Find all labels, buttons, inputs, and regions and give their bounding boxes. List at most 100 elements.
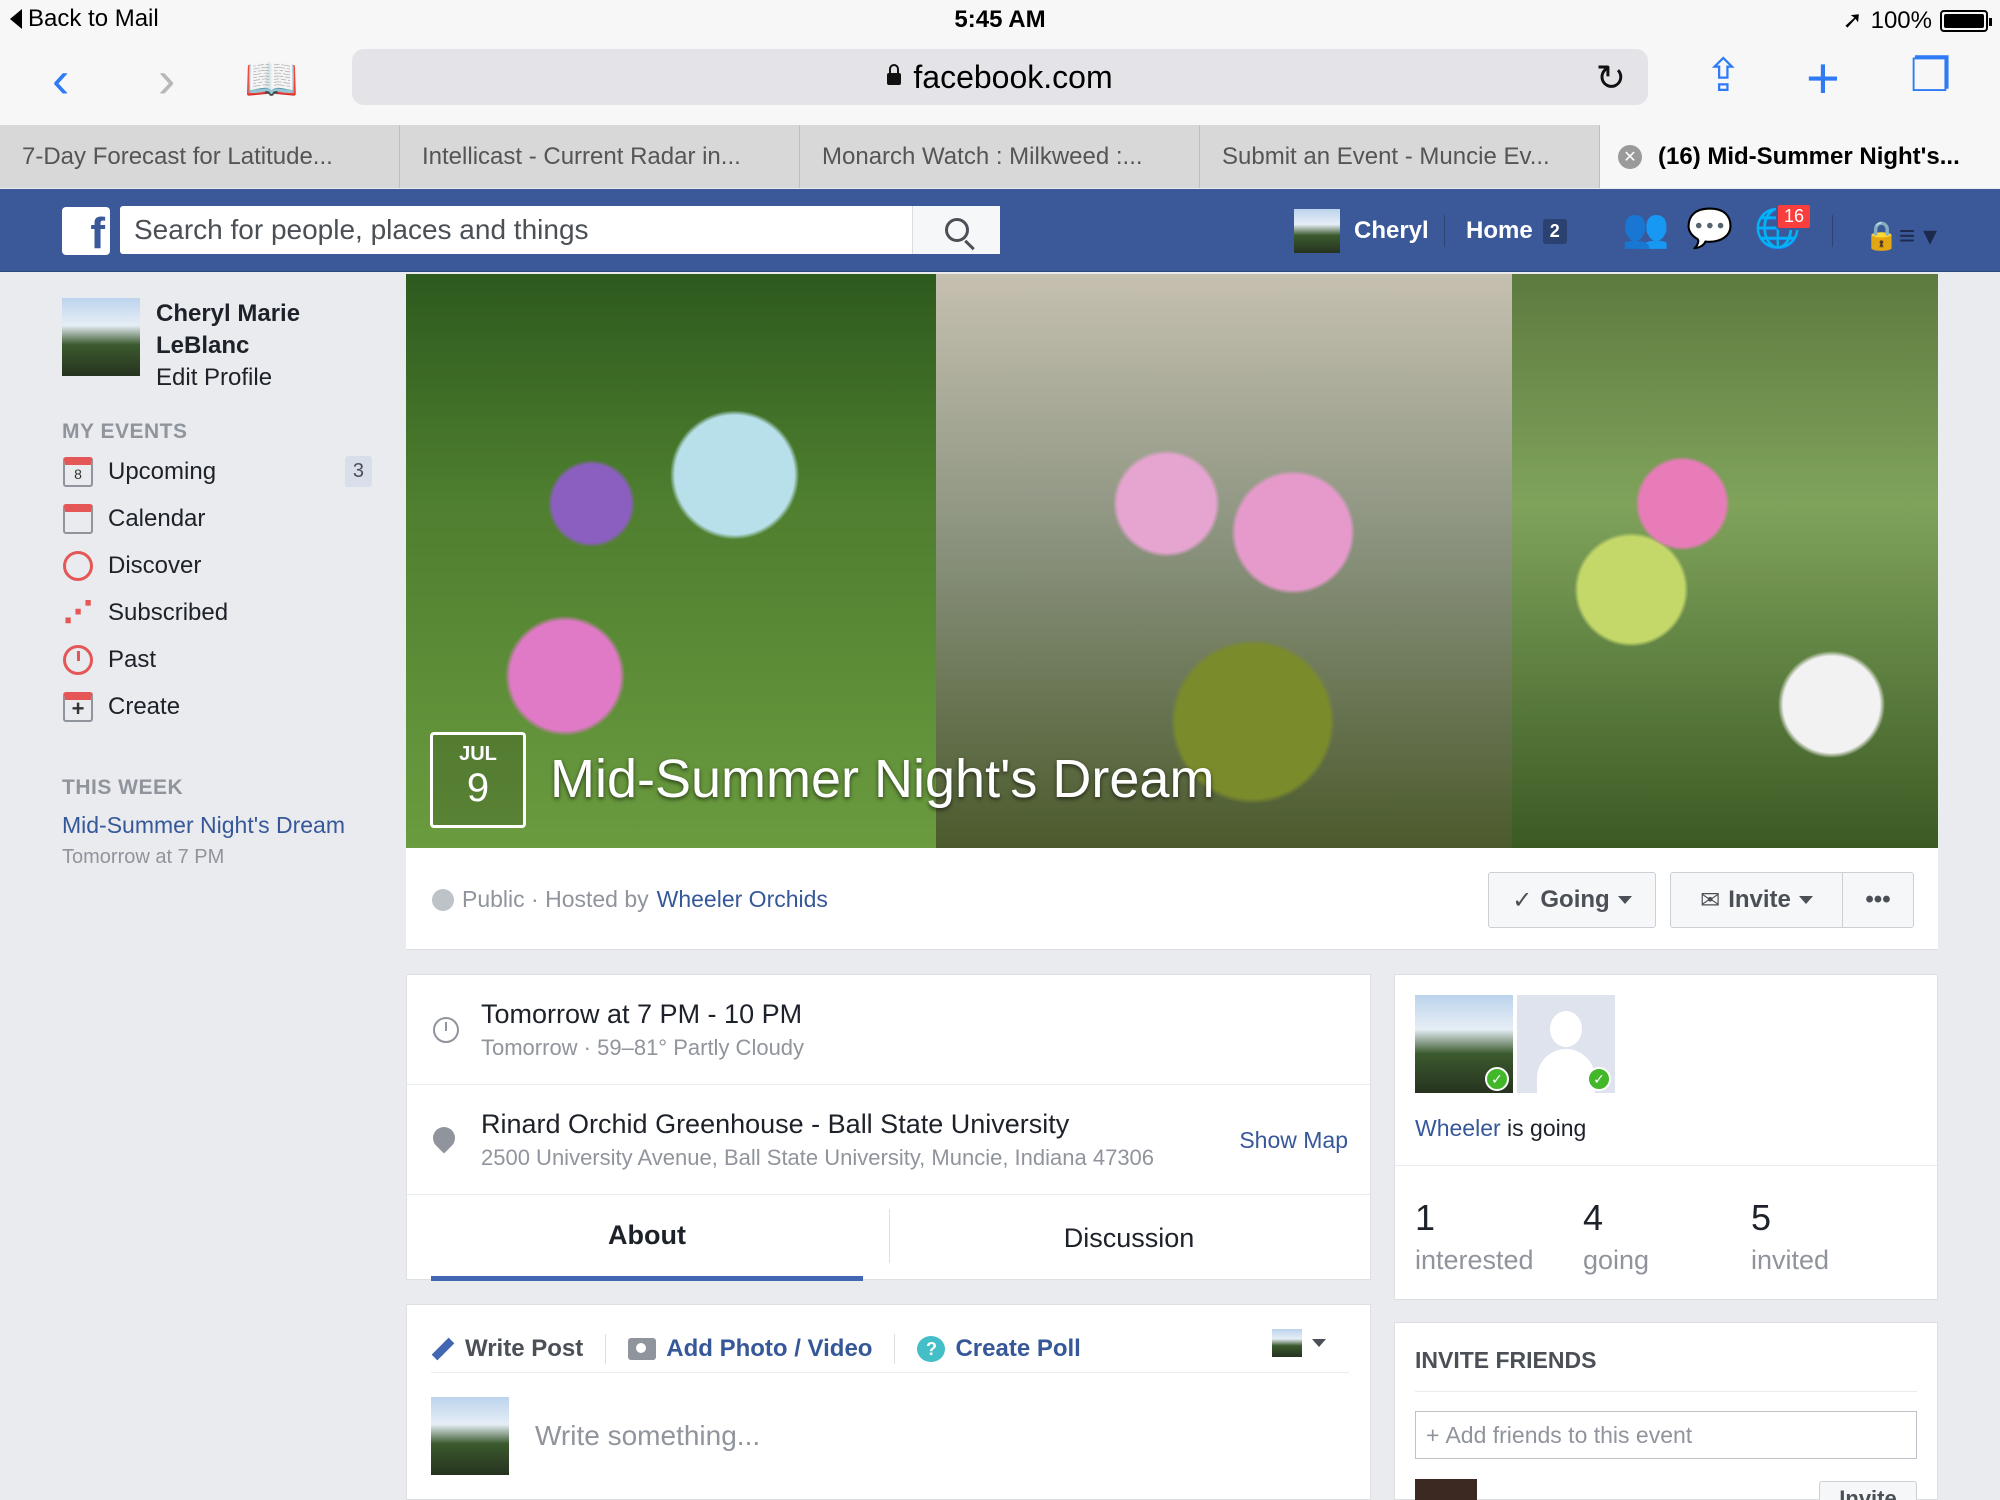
- browser-toolbar: ‹ › 📖 facebook.com ↻ ⇪ + ❐: [0, 40, 2000, 125]
- guest-name-link[interactable]: Wheeler: [1415, 1115, 1501, 1141]
- event-location[interactable]: Rinard Orchid Greenhouse - Ball State Un…: [481, 1109, 1069, 1140]
- search-icon: [944, 218, 969, 242]
- close-tab-icon[interactable]: ✕: [1618, 144, 1642, 169]
- new-tab-icon[interactable]: +: [1806, 50, 1840, 108]
- stat-label: invited: [1751, 1245, 1830, 1275]
- going-check-icon: ✓: [1587, 1067, 1611, 1091]
- status-time: 5:45 AM: [954, 6, 1046, 33]
- messages-icon[interactable]: 💬: [1686, 207, 1733, 251]
- chevron-down-icon: [1617, 896, 1632, 904]
- write-post-label: Write Post: [465, 1334, 584, 1362]
- stat-label: interested: [1415, 1245, 1534, 1275]
- sidebar-item-discover[interactable]: Discover: [62, 542, 372, 589]
- tab-label: Monarch Watch : Milkweed :...: [822, 142, 1143, 170]
- sidebar-item-label: Create: [108, 692, 181, 720]
- avatar[interactable]: ✓: [1415, 995, 1513, 1093]
- sidebar-item-label: Calendar: [108, 504, 206, 532]
- sidebar-profile[interactable]: Cheryl Marie LeBlanc Edit Profile: [62, 298, 336, 392]
- friend-requests-icon[interactable]: 👥: [1622, 207, 1669, 251]
- sidebar-item-create[interactable]: + Create: [62, 683, 372, 730]
- browser-tabs: 7-Day Forecast for Latitude... Intellica…: [0, 125, 2000, 188]
- reload-icon[interactable]: ↻: [1596, 57, 1626, 99]
- invite-friend-button[interactable]: Invite: [1819, 1481, 1917, 1500]
- nav-home-link[interactable]: Home 2: [1466, 217, 1567, 245]
- default-avatar-icon: [1550, 1011, 1582, 1047]
- map-pin-icon: [428, 1122, 460, 1154]
- create-poll-label: Create Poll: [955, 1334, 1081, 1362]
- create-event-icon: +: [63, 691, 93, 722]
- facebook-logo-icon[interactable]: f: [62, 207, 110, 255]
- browser-tab[interactable]: Intellicast - Current Radar in...: [400, 125, 800, 188]
- tab-label: 7-Day Forecast for Latitude...: [22, 142, 333, 170]
- event-details-card: Tomorrow at 7 PM - 10 PM Tomorrow · 59–8…: [406, 974, 1371, 1281]
- post-as-selector[interactable]: [1272, 1329, 1326, 1357]
- show-map-link[interactable]: Show Map: [1239, 1127, 1348, 1154]
- pencil-icon: [431, 1337, 455, 1360]
- going-button[interactable]: ✓ Going: [1488, 872, 1656, 928]
- invite-button[interactable]: ✉ Invite: [1670, 872, 1842, 928]
- this-week-event-link[interactable]: Mid-Summer Night's Dream: [62, 812, 345, 839]
- browser-tab[interactable]: 7-Day Forecast for Latitude...: [0, 125, 400, 188]
- add-friends-input[interactable]: [1445, 1421, 1906, 1449]
- host-link[interactable]: Wheeler Orchids: [657, 886, 828, 913]
- divider: [1395, 1165, 1937, 1166]
- lock-icon: [887, 64, 902, 85]
- browser-tab[interactable]: Submit an Event - Muncie Ev...: [1200, 125, 1600, 188]
- invite-label: Invite: [1728, 886, 1791, 913]
- privacy-text: Public · Hosted by: [462, 886, 649, 912]
- write-something-input[interactable]: [535, 1420, 1235, 1452]
- sidebar-item-upcoming[interactable]: 8 Upcoming 3: [62, 448, 372, 495]
- browser-tab[interactable]: Monarch Watch : Milkweed :...: [800, 125, 1200, 188]
- nav-profile-link[interactable]: Cheryl: [1294, 209, 1429, 253]
- avatar: [1294, 209, 1340, 253]
- write-post-tab[interactable]: Write Post: [431, 1333, 607, 1364]
- bookmarks-icon[interactable]: 📖: [244, 58, 299, 102]
- stat-label: going: [1583, 1245, 1650, 1275]
- search-input[interactable]: [120, 206, 910, 254]
- guest-avatars: ✓ ✓: [1415, 995, 1615, 1093]
- stat-interested[interactable]: 1 interested: [1415, 1197, 1534, 1276]
- clock-icon: [63, 644, 93, 675]
- avatar[interactable]: ✓: [1517, 995, 1615, 1093]
- tab-divider: [889, 1209, 890, 1263]
- event-month: JUL: [459, 743, 497, 765]
- edit-profile-link[interactable]: Edit Profile: [156, 364, 336, 392]
- search-button[interactable]: [912, 206, 1000, 254]
- event-host-bar: Public · Hosted by Wheeler Orchids ✓ Goi…: [406, 848, 1938, 950]
- sidebar-item-past[interactable]: Past: [62, 636, 372, 683]
- stat-going[interactable]: 4 going: [1583, 1197, 1649, 1276]
- composer-input-row: [431, 1397, 1235, 1475]
- browser-tab-active[interactable]: ✕ (16) Mid-Summer Night's...: [1600, 125, 2000, 188]
- calendar-icon: [63, 503, 93, 534]
- tab-about[interactable]: About: [431, 1195, 863, 1281]
- nav-divider: [1444, 215, 1445, 247]
- stat-value: 5: [1751, 1197, 1772, 1238]
- back-chevron-icon[interactable]: ‹: [52, 54, 69, 106]
- event-time: Tomorrow at 7 PM - 10 PM: [481, 999, 803, 1029]
- stat-invited[interactable]: 5 invited: [1751, 1197, 1829, 1276]
- create-poll-tab[interactable]: ? Create Poll: [917, 1334, 1102, 1364]
- compass-icon: [63, 550, 93, 581]
- event-cover-photo[interactable]: JUL 9 Mid-Summer Night's Dream: [406, 274, 1938, 848]
- more-options-button[interactable]: •••: [1842, 872, 1914, 928]
- tab-discussion[interactable]: Discussion: [913, 1195, 1345, 1281]
- share-icon[interactable]: ⇪: [1704, 52, 1743, 98]
- forward-chevron-icon[interactable]: ›: [158, 54, 175, 106]
- tabs-overview-icon[interactable]: ❐: [1910, 52, 1951, 98]
- event-tabs: About Discussion: [407, 1195, 1370, 1281]
- sidebar-item-subscribed[interactable]: ⋰ Subscribed: [62, 589, 372, 636]
- add-photo-video-tab[interactable]: Add Photo / Video: [628, 1333, 896, 1364]
- composer-tabs: Write Post Add Photo / Video ? Create Po…: [431, 1325, 1349, 1373]
- event-weather: Tomorrow · 59–81° Partly Cloudy: [481, 1035, 805, 1060]
- sidebar-item-calendar[interactable]: Calendar: [62, 495, 372, 542]
- event-time-row: Tomorrow at 7 PM - 10 PM Tomorrow · 59–8…: [407, 975, 1370, 1085]
- avatar: [1415, 1479, 1477, 1500]
- add-photo-label: Add Photo / Video: [666, 1334, 873, 1362]
- invite-friends-header: INVITE FRIENDS: [1415, 1347, 1597, 1373]
- url-bar[interactable]: facebook.com ↻: [352, 49, 1648, 105]
- going-check-icon: ✓: [1485, 1067, 1509, 1091]
- url-text: facebook.com: [913, 58, 1113, 95]
- search-box: [120, 206, 1000, 254]
- privacy-menu-icon[interactable]: 🔒≡ ▾: [1864, 219, 1937, 252]
- stat-value: 4: [1583, 1197, 1604, 1238]
